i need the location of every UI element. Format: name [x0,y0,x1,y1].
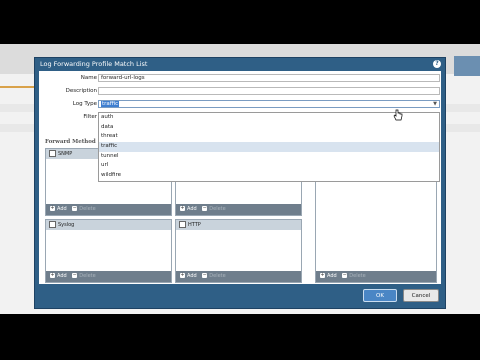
minus-icon: − [202,272,208,278]
option-threat[interactable]: threat [99,132,439,142]
log-type-select[interactable]: traffic ▼ [98,100,440,108]
minus-icon: − [202,205,208,211]
plus-icon[interactable]: + [50,273,55,278]
description-label: Description [65,88,97,94]
panorama-delete-button[interactable]: Delete [349,273,365,279]
plus-icon[interactable]: + [180,206,185,211]
syslog-add-button[interactable]: Add [57,273,67,279]
http-label: HTTP [188,222,201,228]
panorama-footer: + Add − Delete [316,271,436,282]
ok-button[interactable]: OK [363,289,397,302]
log-type-label: Log Type [72,101,97,107]
snmp-footer: + Add − Delete [46,204,171,215]
http-footer: + Add − Delete [176,271,301,282]
plus-icon[interactable]: + [320,273,325,278]
email-delete-button[interactable]: Delete [209,206,225,212]
http-header: HTTP [176,220,301,230]
option-auth[interactable]: auth [99,113,439,123]
http-add-button[interactable]: Add [187,273,197,279]
option-traffic[interactable]: traffic [99,142,439,152]
http-panel: HTTP + Add − Delete [175,219,302,283]
syslog-footer: + Add − Delete [46,271,171,282]
option-tunnel[interactable]: tunnel [99,152,439,162]
snmp-label: SNMP [58,151,73,157]
select-all-checkbox[interactable] [179,221,186,228]
select-all-checkbox[interactable] [49,150,56,157]
snmp-delete-button[interactable]: Delete [79,206,95,212]
http-delete-button[interactable]: Delete [209,273,225,279]
log-forwarding-dialog: Log Forwarding Profile Match List ? Name… [34,57,446,309]
syslog-label: Syslog [58,222,75,228]
minus-icon: − [342,272,348,278]
option-data[interactable]: data [99,123,439,133]
filter-label: Filter [83,114,97,120]
hand-pointer-icon [393,109,403,121]
email-add-button[interactable]: Add [187,206,197,212]
option-wildfire[interactable]: wildfire [99,171,439,181]
option-url[interactable]: url [99,161,439,171]
background-panel [454,56,480,76]
description-field[interactable] [98,87,440,95]
select-all-checkbox[interactable] [49,221,56,228]
syslog-panel: Syslog + Add − Delete [45,219,172,283]
minus-icon: − [72,272,78,278]
dialog-title: Log Forwarding Profile Match List [40,60,148,68]
email-footer: + Add − Delete [176,204,301,215]
chevron-down-icon[interactable]: ▼ [433,101,437,107]
name-label: Name [80,75,97,81]
log-type-dropdown: auth data threat traffic tunnel url wild… [98,112,440,182]
snmp-add-button[interactable]: Add [57,206,67,212]
plus-icon[interactable]: + [180,273,185,278]
cancel-button[interactable]: Cancel [403,289,439,302]
syslog-delete-button[interactable]: Delete [79,273,95,279]
minus-icon: − [72,205,78,211]
name-field[interactable]: forward-url-logs [98,74,440,82]
panorama-add-button[interactable]: Add [327,273,337,279]
dialog-body: Name forward-url-logs Description Log Ty… [39,71,441,284]
syslog-header: Syslog [46,220,171,230]
help-icon[interactable]: ? [433,60,441,68]
forward-method-label: Forward Method [45,139,96,145]
log-type-value: traffic [101,101,120,107]
plus-icon[interactable]: + [50,206,55,211]
